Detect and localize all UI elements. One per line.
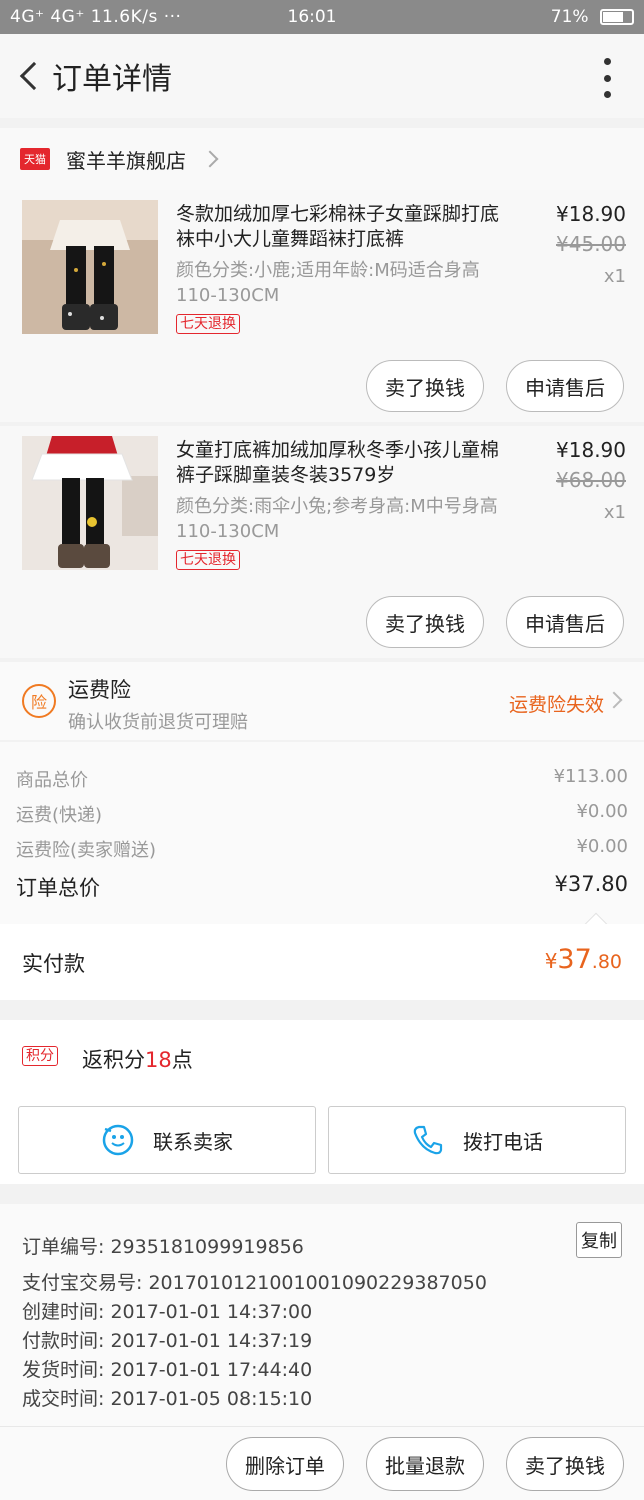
insurance-fee-row: 运费险(卖家赠送) ¥0.00 — [16, 836, 628, 862]
insurance-icon: 险 — [22, 684, 56, 718]
product-price: ¥18.90 — [556, 202, 626, 226]
shipping-insurance[interactable]: 险 运费险 确认收货前退货可理赔 运费险失效 — [0, 662, 644, 740]
actual-payment-label: 实付款 — [22, 952, 85, 976]
points-tag: 积分 — [22, 1046, 58, 1066]
price-summary: 商品总价 ¥113.00 运费(快递) ¥0.00 运费险(卖家赠送) ¥0.0… — [0, 742, 644, 936]
contact-seller-button[interactable]: 联系卖家 — [18, 1106, 316, 1174]
product-spec: 颜色分类:雨伞小兔;参考身高:M中号身高110-130CM — [176, 496, 498, 542]
order-total-row: 订单总价 ¥37.80 — [16, 872, 628, 902]
contact-bar: 联系卖家 拨打电话 — [0, 1096, 644, 1184]
call-button[interactable]: 拨打电话 — [328, 1106, 626, 1174]
product-image[interactable] — [22, 200, 158, 334]
status-bar: 4G⁺ 4G⁺ 11.6K/s ··· 16:01 71% — [0, 0, 644, 34]
paid-time: 付款时间: 2017-01-01 14:37:19 — [22, 1330, 313, 1352]
clock: 16:01 — [287, 7, 337, 27]
quantity: x1 — [603, 266, 626, 287]
chevron-right-icon — [201, 150, 219, 168]
copy-button[interactable]: 复制 — [576, 1222, 622, 1258]
delete-order-button[interactable]: 删除订单 — [226, 1437, 344, 1491]
product-title: 女童打底裤加绒加厚秋冬季小孩儿童棉裤子踩脚童装冬装3579岁 — [176, 439, 500, 486]
order-total-value: ¥37.80 — [554, 872, 628, 896]
shop-name: 蜜羊羊旗舰店 — [66, 148, 186, 173]
battery-icon — [600, 9, 634, 25]
points-row: 积分 返积分18点 — [0, 1020, 644, 1096]
batch-refund-button[interactable]: 批量退款 — [366, 1437, 484, 1491]
return-badge: 七天退换 — [176, 314, 240, 334]
goods-total-label: 商品总价 — [16, 770, 88, 791]
shop-header[interactable]: 天猫 蜜羊羊旗舰店 — [0, 128, 644, 190]
battery-status: 71% — [424, 7, 634, 27]
original-price: ¥68.00 — [556, 468, 626, 492]
after-sales-button[interactable]: 申请售后 — [506, 360, 624, 412]
contact-seller-label: 联系卖家 — [153, 1129, 233, 1154]
product-image[interactable] — [22, 436, 158, 570]
insurance-fee-label: 运费险(卖家赠送) — [16, 840, 157, 861]
order-item[interactable]: 女童打底裤加绒加厚秋冬季小孩儿童棉裤子踩脚童装冬装3579岁 颜色分类:雨伞小兔… — [0, 426, 644, 658]
insurance-subtitle: 确认收货前退货可理赔 — [68, 712, 248, 733]
actual-payment: 实付款 ¥37.80 — [0, 924, 644, 1000]
quantity: x1 — [603, 502, 626, 523]
phone-icon — [413, 1125, 443, 1155]
goods-total-value: ¥113.00 — [553, 766, 628, 787]
insurance-status[interactable]: 运费险失效 — [509, 690, 604, 717]
nav-bar: 订单详情 — [0, 34, 644, 118]
shipped-time: 发货时间: 2017-01-01 17:44:40 — [22, 1359, 313, 1381]
more-icon[interactable] — [602, 58, 612, 98]
insurance-fee-value: ¥0.00 — [576, 836, 628, 857]
shipping-value: ¥0.00 — [576, 801, 628, 822]
points-text: 返积分18点 — [82, 1048, 193, 1072]
created-time: 创建时间: 2017-01-01 14:37:00 — [22, 1301, 313, 1323]
actual-payment-amount: ¥37.80 — [544, 944, 622, 975]
after-sales-button[interactable]: 申请售后 — [506, 596, 624, 648]
shipping-label: 运费(快递) — [16, 805, 103, 826]
order-item[interactable]: 冬款加绒加厚七彩棉袜子女童踩脚打底袜中小大儿童舞蹈袜打底裤 颜色分类:小鹿;适用… — [0, 190, 644, 422]
chat-icon — [102, 1124, 134, 1156]
shipping-row: 运费(快递) ¥0.00 — [16, 801, 628, 827]
order-info: 订单编号: 2935181099919856 复制 支付宝交易号: 201701… — [0, 1204, 644, 1426]
alipay-trade-number: 支付宝交易号: 2017010121001001090229387050 — [22, 1272, 487, 1294]
goods-total-row: 商品总价 ¥113.00 — [16, 766, 628, 792]
sell-button[interactable]: 卖了换钱 — [366, 596, 484, 648]
sell-button[interactable]: 卖了换钱 — [366, 360, 484, 412]
chevron-right-icon — [605, 691, 623, 709]
return-badge: 七天退换 — [176, 550, 240, 570]
product-title: 冬款加绒加厚七彩棉袜子女童踩脚打底袜中小大儿童舞蹈袜打底裤 — [176, 203, 500, 250]
order-number: 订单编号: 2935181099919856 — [22, 1236, 304, 1258]
back-icon[interactable] — [10, 56, 50, 96]
original-price: ¥45.00 — [556, 232, 626, 256]
battery-percent: 71% — [550, 7, 589, 27]
call-label: 拨打电话 — [463, 1129, 543, 1154]
sell-button[interactable]: 卖了换钱 — [506, 1437, 624, 1491]
insurance-title: 运费险 — [68, 678, 131, 702]
product-price: ¥18.90 — [556, 438, 626, 462]
tmall-icon: 天猫 — [20, 148, 50, 170]
bottom-action-bar: 删除订单 批量退款 卖了换钱 — [0, 1426, 644, 1500]
completed-time: 成交时间: 2017-01-05 08:15:10 — [22, 1388, 313, 1410]
order-total-label: 订单总价 — [16, 876, 100, 900]
product-spec: 颜色分类:小鹿;适用年龄:M码适合身高110-130CM — [176, 260, 480, 306]
page-title: 订单详情 — [52, 62, 172, 97]
